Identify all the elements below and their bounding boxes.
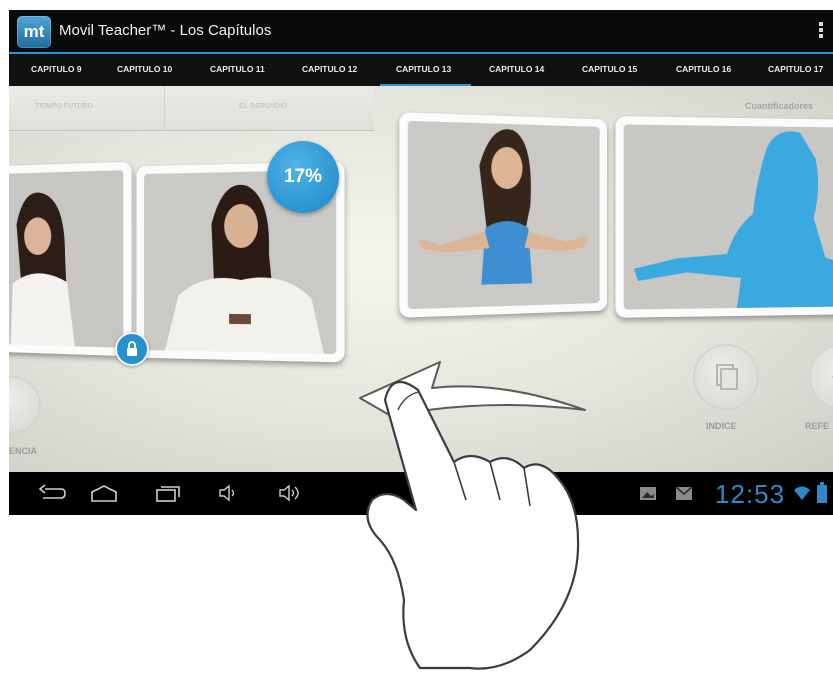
recent-apps-icon[interactable] xyxy=(153,483,183,503)
home-icon[interactable] xyxy=(89,483,119,503)
tab-capitulo-14[interactable]: CAPITULO 14 xyxy=(489,64,544,74)
lesson-card-left[interactable] xyxy=(9,162,132,357)
index-icon xyxy=(695,346,757,408)
volume-down-icon[interactable] xyxy=(217,483,241,503)
reference-icon xyxy=(811,346,833,408)
app-title: Movil Teacher™ - Los Capítulos xyxy=(59,22,271,39)
chapter-tabs: CAPITULO 9 CAPITULO 10 CAPITULO 11 CAPIT… xyxy=(9,52,833,88)
subtab-el-gerundio[interactable]: EL GERUNDIO xyxy=(239,103,288,110)
title-bar: mt Movil Teacher™ - Los Capítulos xyxy=(9,10,833,52)
subtab-divider xyxy=(164,86,165,130)
tab-capitulo-12[interactable]: CAPITULO 12 xyxy=(302,64,357,74)
mail-icon xyxy=(675,486,695,502)
battery-icon xyxy=(817,482,827,504)
progress-badge: 17% xyxy=(267,141,339,213)
reference-left-label: ENCIA xyxy=(9,446,37,456)
app-logo: mt xyxy=(17,16,51,48)
index-button[interactable] xyxy=(693,344,759,410)
woman-photo-left xyxy=(9,162,132,357)
lock-icon[interactable] xyxy=(115,332,149,366)
tablet-screen: mt Movil Teacher™ - Los Capítulos CAPITU… xyxy=(9,10,833,515)
tab-capitulo-13[interactable]: CAPITULO 13 xyxy=(396,64,451,74)
lesson-subtabs: TIEMPO FUTURO EL GERUNDIO xyxy=(9,86,374,131)
tab-capitulo-16[interactable]: CAPITULO 16 xyxy=(676,64,731,74)
index-label: INDICE xyxy=(706,421,737,431)
chapter-carousel[interactable]: TIEMPO FUTURO EL GERUNDIO Cuantificadore… xyxy=(9,86,833,472)
woman-photo-shrug xyxy=(399,112,607,318)
wifi-icon xyxy=(793,484,811,502)
reference-label: REFE xyxy=(805,421,829,431)
lesson-title-cuantificadores: Cuantificadores xyxy=(745,101,813,111)
tab-capitulo-10[interactable]: CAPITULO 10 xyxy=(117,64,172,74)
subtab-tiempo-futuro[interactable]: TIEMPO FUTURO xyxy=(35,103,93,110)
gallery-icon xyxy=(639,486,659,502)
menu-overflow-icon[interactable] xyxy=(819,22,823,40)
lesson-card-cuantificadores[interactable] xyxy=(615,116,833,318)
reference-button[interactable] xyxy=(809,344,833,410)
tab-capitulo-17[interactable]: CAPITULO 17 xyxy=(768,64,823,74)
android-nav-bar: 12:53 xyxy=(9,472,833,515)
reference-left-button[interactable] xyxy=(9,376,41,434)
back-icon[interactable] xyxy=(37,483,67,503)
volume-up-icon[interactable] xyxy=(277,483,303,503)
lesson-card-shrug[interactable] xyxy=(399,112,607,318)
status-clock: 12:53 xyxy=(715,479,785,510)
silhouette-image xyxy=(615,116,833,318)
tab-capitulo-11[interactable]: CAPITULO 11 xyxy=(210,64,265,74)
tab-capitulo-9[interactable]: CAPITULO 9 xyxy=(31,64,82,74)
tab-capitulo-15[interactable]: CAPITULO 15 xyxy=(582,64,637,74)
